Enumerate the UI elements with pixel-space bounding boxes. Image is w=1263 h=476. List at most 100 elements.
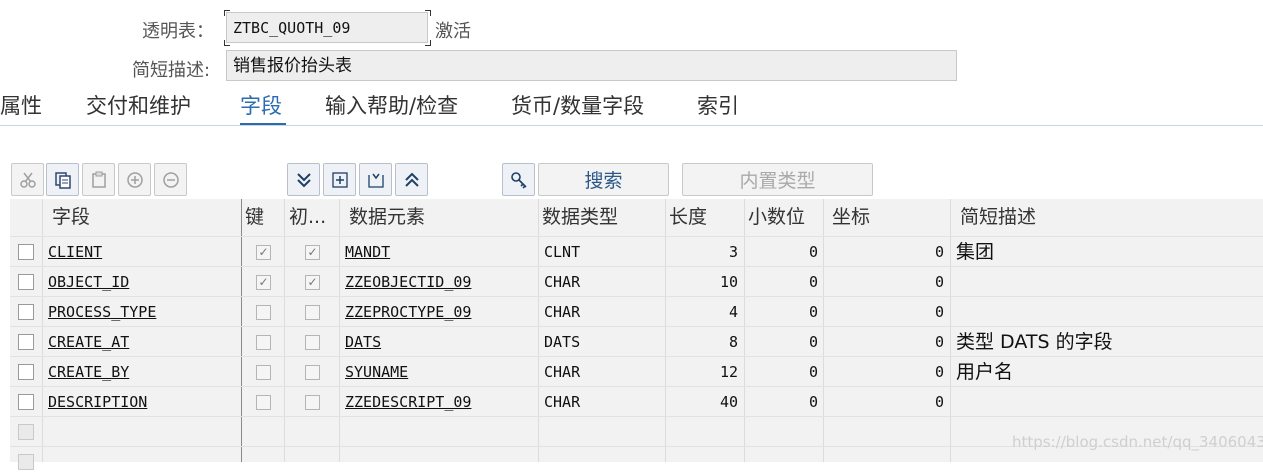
- insert-field-icon: [331, 171, 348, 188]
- data-type: CHAR: [544, 393, 581, 411]
- initial-checkbox[interactable]: [305, 305, 320, 320]
- insert-row-icon: [126, 171, 143, 188]
- tab-divider: [0, 125, 1263, 126]
- description-label: 简短描述:: [132, 60, 211, 81]
- length: 10: [719, 273, 738, 291]
- col-header-short-description[interactable]: 简短描述: [960, 199, 1036, 236]
- length: 40: [719, 393, 738, 411]
- move-icon: [367, 173, 384, 188]
- decimals: 0: [808, 363, 818, 381]
- builtin-type-button-label: 内置类型: [739, 170, 816, 192]
- tab-attributes[interactable]: 属性: [0, 90, 42, 120]
- data-element[interactable]: MANDT: [345, 237, 390, 267]
- copy-button[interactable]: [46, 163, 79, 196]
- table-row[interactable]: OBJECT_ID ✓ ✓ ZZEOBJECTID_09 CHAR 10 0 0: [10, 266, 1263, 296]
- coordinate: 0: [934, 333, 944, 351]
- coordinate: 0: [934, 273, 944, 291]
- decimals: 0: [808, 273, 818, 291]
- insert-field-button[interactable]: [323, 163, 356, 196]
- col-header-data-type[interactable]: 数据类型: [542, 199, 618, 236]
- expand-all-button[interactable]: [287, 163, 320, 196]
- decimals: 0: [808, 243, 818, 261]
- key-checkbox[interactable]: [256, 305, 271, 320]
- key-checkbox[interactable]: [256, 365, 271, 380]
- length: 12: [719, 363, 738, 381]
- initial-checkbox[interactable]: [305, 365, 320, 380]
- field-name[interactable]: CREATE_AT: [48, 327, 129, 357]
- col-header-field[interactable]: 字段: [52, 199, 90, 236]
- key-checkbox[interactable]: [256, 395, 271, 410]
- tab-fields[interactable]: 字段: [240, 90, 282, 120]
- field-name[interactable]: CREATE_BY: [48, 357, 129, 387]
- table-name-field[interactable]: ZTBC_QUOTH_09: [226, 12, 428, 43]
- field-name[interactable]: CLIENT: [48, 237, 102, 267]
- row-selector[interactable]: [18, 394, 34, 410]
- row-selector[interactable]: [18, 334, 34, 350]
- row-selector[interactable]: [18, 274, 34, 290]
- focus-corner-bl: [224, 40, 230, 46]
- key-checkbox[interactable]: ✓: [256, 245, 271, 260]
- data-element[interactable]: ZZEDESCRIPT_09: [345, 387, 471, 417]
- insert-row-button[interactable]: [118, 163, 151, 196]
- tab-indexes[interactable]: 索引: [697, 90, 739, 120]
- col-header-length[interactable]: 长度: [669, 199, 707, 236]
- table-row[interactable]: PROCESS_TYPE ZZEPROCTYPE_09 CHAR 4 0 0: [10, 296, 1263, 326]
- data-element[interactable]: DATS: [345, 327, 381, 357]
- paste-button[interactable]: [82, 163, 115, 196]
- data-element[interactable]: ZZEOBJECTID_09: [345, 267, 471, 297]
- status-text: 激活: [435, 21, 471, 42]
- key-icon: [510, 171, 527, 189]
- row-selector[interactable]: [18, 244, 34, 260]
- row-selector[interactable]: [18, 424, 34, 440]
- field-name[interactable]: OBJECT_ID: [48, 267, 129, 297]
- initial-checkbox[interactable]: ✓: [305, 245, 320, 260]
- col-header-key[interactable]: 键: [245, 199, 264, 236]
- data-element[interactable]: SYUNAME: [345, 357, 408, 387]
- cut-button[interactable]: [11, 163, 44, 196]
- col-header-coordinate[interactable]: 坐标: [832, 199, 870, 236]
- key-checkbox[interactable]: [256, 335, 271, 350]
- key-button[interactable]: [502, 163, 535, 196]
- table-row[interactable]: DESCRIPTION ZZEDESCRIPT_09 CHAR 40 0 0: [10, 386, 1263, 416]
- data-element[interactable]: ZZEPROCTYPE_09: [345, 297, 471, 327]
- data-type: DATS: [544, 333, 581, 351]
- table-row[interactable]: CREATE_AT DATS DATS 8 0 0 类型 DATS 的字段: [10, 326, 1263, 356]
- search-button[interactable]: 搜索: [538, 163, 669, 196]
- data-type: CHAR: [544, 303, 581, 321]
- row-selector[interactable]: [18, 304, 34, 320]
- decimals: 0: [808, 333, 818, 351]
- collapse-all-icon: [404, 172, 419, 187]
- data-type: CLNT: [544, 243, 581, 261]
- delete-row-button[interactable]: [154, 163, 187, 196]
- coordinate: 0: [934, 393, 944, 411]
- initial-checkbox[interactable]: [305, 395, 320, 410]
- data-type: CHAR: [544, 363, 581, 381]
- col-header-decimals[interactable]: 小数位: [748, 199, 805, 236]
- coordinate: 0: [934, 243, 944, 261]
- move-button[interactable]: [359, 163, 392, 196]
- expand-all-icon: [296, 172, 311, 187]
- field-name[interactable]: DESCRIPTION: [48, 387, 147, 417]
- col-header-initial[interactable]: 初...: [289, 199, 326, 236]
- short-description: 类型 DATS 的字段: [956, 331, 1113, 353]
- initial-checkbox[interactable]: [305, 335, 320, 350]
- row-selector[interactable]: [18, 454, 34, 470]
- tab-currency-quantity-fields[interactable]: 货币/数量字段: [511, 90, 644, 120]
- initial-checkbox[interactable]: ✓: [305, 275, 320, 290]
- col-header-data-element[interactable]: 数据元素: [349, 199, 425, 236]
- data-type: CHAR: [544, 273, 581, 291]
- paste-icon: [91, 171, 106, 188]
- builtin-type-button[interactable]: 内置类型: [682, 163, 873, 196]
- tab-input-help-check[interactable]: 输入帮助/检查: [325, 90, 458, 120]
- table-row[interactable]: CREATE_BY SYUNAME CHAR 12 0 0 用户名: [10, 356, 1263, 386]
- length: 4: [728, 303, 738, 321]
- search-button-label: 搜索: [584, 170, 623, 192]
- tab-delivery-maintenance[interactable]: 交付和维护: [86, 90, 191, 120]
- length: 8: [728, 333, 738, 351]
- collapse-all-button[interactable]: [395, 163, 428, 196]
- table-row[interactable]: CLIENT ✓ ✓ MANDT CLNT 3 0 0 集团: [10, 236, 1263, 266]
- field-name[interactable]: PROCESS_TYPE: [48, 297, 156, 327]
- row-selector[interactable]: [18, 364, 34, 380]
- key-checkbox[interactable]: ✓: [256, 275, 271, 290]
- description-field[interactable]: 销售报价抬头表: [226, 50, 957, 81]
